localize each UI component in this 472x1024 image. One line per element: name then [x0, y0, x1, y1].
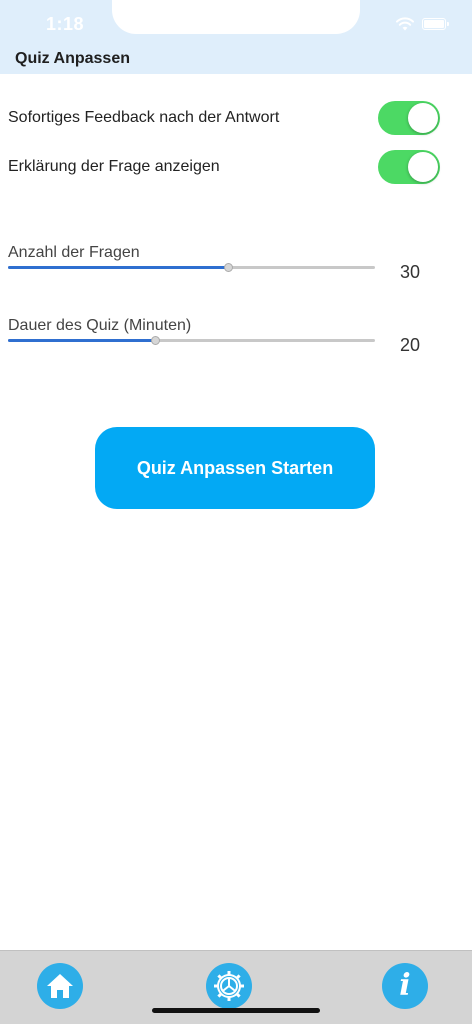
top-bar: 1:18 Quiz Anpassen — [0, 0, 472, 74]
explanation-setting-row: Erklärung der Frage anzeigen — [0, 147, 472, 187]
tab-home[interactable] — [37, 963, 83, 1009]
app-screen: 1:18 Quiz Anpassen Sofortiges Feedback n… — [0, 0, 472, 1024]
settings-gear-icon — [212, 969, 246, 1003]
explanation-toggle-label: Erklärung der Frage anzeigen — [8, 158, 220, 175]
status-icons — [396, 16, 449, 32]
question-count-value: 30 — [399, 262, 420, 282]
wifi-icon — [396, 17, 414, 31]
start-quiz-button[interactable]: Quiz Anpassen Starten — [95, 427, 375, 509]
page-title: Quiz Anpassen — [15, 50, 130, 67]
feedback-toggle-label: Sofortiges Feedback nach der Antwort — [8, 109, 280, 126]
tab-info[interactable]: i — [382, 963, 428, 1009]
home-indicator — [152, 1008, 320, 1013]
quiz-duration-slider-thumb[interactable] — [150, 336, 160, 345]
battery-icon — [422, 18, 449, 30]
quiz-duration-value: 20 — [399, 335, 420, 355]
question-count-label: Anzahl der Fragen — [8, 244, 140, 261]
explanation-toggle-knob — [408, 152, 438, 182]
feedback-toggle-knob — [408, 103, 438, 133]
status-time: 1:18 — [46, 14, 85, 34]
info-icon: i — [399, 968, 411, 1003]
question-count-slider[interactable] — [8, 263, 375, 272]
quiz-duration-slider-fill — [8, 339, 155, 342]
question-count-setting: Anzahl der Fragen 30 — [0, 244, 472, 284]
device-notch — [112, 0, 360, 34]
question-count-slider-fill — [8, 266, 229, 269]
feedback-toggle[interactable] — [378, 101, 440, 135]
explanation-toggle[interactable] — [378, 150, 440, 184]
quiz-duration-setting: Dauer des Quiz (Minuten) 20 — [0, 317, 472, 357]
tab-settings[interactable] — [206, 963, 252, 1009]
feedback-setting-row: Sofortiges Feedback nach der Antwort — [0, 98, 472, 138]
quiz-duration-slider[interactable] — [8, 336, 375, 345]
home-icon — [45, 972, 75, 1000]
quiz-duration-label: Dauer des Quiz (Minuten) — [8, 317, 192, 334]
question-count-slider-thumb[interactable] — [224, 263, 234, 272]
